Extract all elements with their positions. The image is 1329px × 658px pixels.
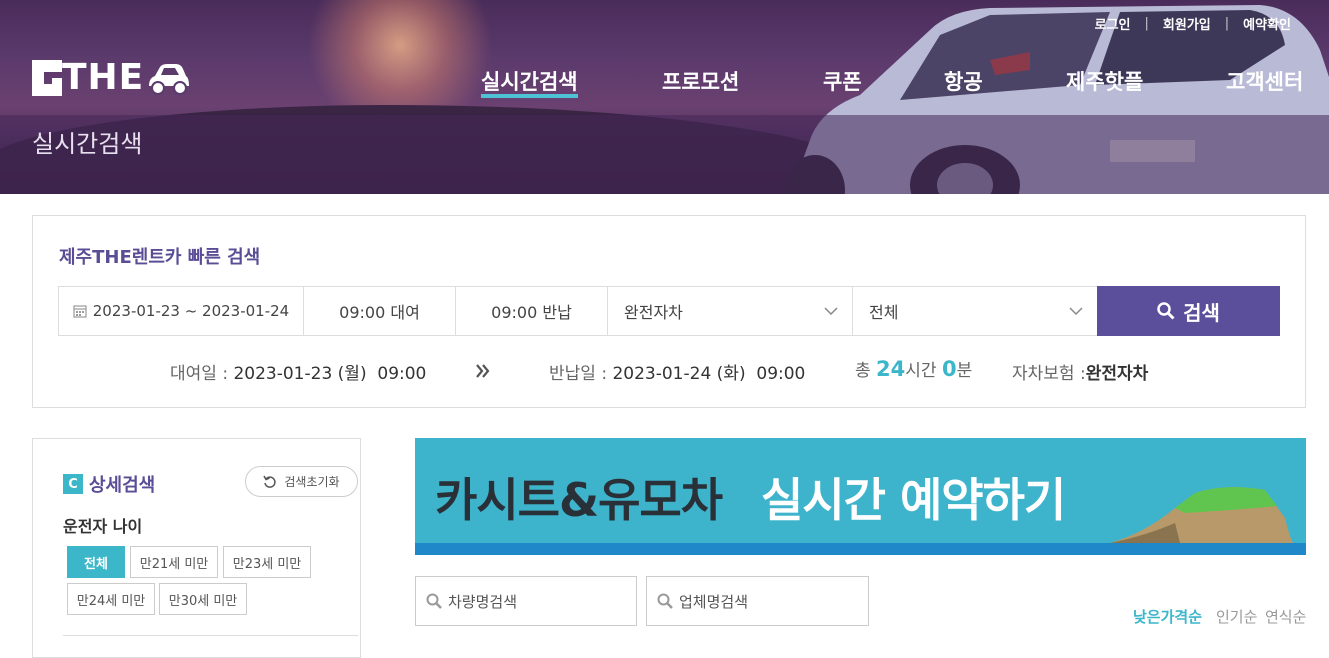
signup-link[interactable]: 회원가입 bbox=[1163, 14, 1211, 33]
banner-stripe bbox=[415, 543, 1306, 555]
pickup-time-value: 09:00 대여 bbox=[339, 303, 420, 322]
quick-search-panel: 제주THE렌트카 빠른 검색 2023-01-23 ~ 2023-01-24 0… bbox=[32, 215, 1306, 408]
nav-coupon[interactable]: 쿠폰 bbox=[823, 66, 862, 96]
return-summary: 반납일 : 2023-01-24 (화) 09:00 bbox=[549, 359, 805, 384]
age-option-all[interactable]: 전체 bbox=[67, 546, 125, 578]
age-option-under23[interactable]: 만23세 미만 bbox=[223, 546, 311, 578]
nav-flight[interactable]: 항공 bbox=[944, 66, 983, 96]
search-icon bbox=[657, 593, 673, 609]
insurance-select[interactable]: 완전자차 bbox=[607, 286, 853, 336]
nav-promotion[interactable]: 프로모션 bbox=[662, 66, 739, 96]
page-title: 실시간검색 bbox=[32, 130, 143, 158]
driver-age-label: 운전자 나이 bbox=[63, 517, 143, 536]
calendar-icon bbox=[73, 305, 87, 318]
banner-text-dark: 카시트&유모차 bbox=[435, 473, 723, 527]
quick-search-title: 제주THE렌트카 빠른 검색 bbox=[59, 247, 261, 268]
double-chevron-right-icon bbox=[476, 364, 490, 378]
car-type-select-value: 전체 bbox=[869, 303, 899, 322]
return-label: 반납일 : bbox=[549, 364, 608, 384]
pickup-value: 2023-01-23 (월) 09:00 bbox=[233, 364, 427, 384]
age-option-under24[interactable]: 만24세 미만 bbox=[67, 583, 155, 615]
main-nav: 실시간검색 프로모션 쿠폰 항공 제주핫플 고객센터 bbox=[0, 66, 1329, 106]
return-time-field[interactable]: 09:00 반납 bbox=[455, 286, 608, 336]
island-illustration bbox=[1110, 487, 1293, 543]
pickup-summary: 대여일 : 2023-01-23 (월) 09:00 bbox=[170, 359, 426, 384]
total-label: 총 bbox=[855, 361, 871, 381]
divider: | bbox=[1144, 16, 1149, 31]
search-button[interactable]: 검색 bbox=[1097, 286, 1280, 336]
age-option-under30[interactable]: 만30세 미만 bbox=[159, 583, 247, 615]
total-minutes: 0 bbox=[941, 357, 957, 381]
c-badge-icon: C bbox=[63, 474, 83, 494]
top-links: 로그인 | 회원가입 | 예약확인 bbox=[1095, 14, 1291, 33]
company-search-input[interactable]: 업체명검색 bbox=[646, 576, 869, 626]
sort-model-year[interactable]: 연식순 bbox=[1265, 606, 1306, 627]
company-search-placeholder: 업체명검색 bbox=[679, 592, 749, 611]
nav-realtime-search[interactable]: 실시간검색 bbox=[481, 66, 578, 98]
total-duration: 총 24시간 0분 bbox=[855, 356, 972, 381]
reset-search-button[interactable]: 검색초기화 bbox=[245, 466, 358, 497]
reset-search-label: 검색초기화 bbox=[284, 475, 340, 489]
pickup-time-field[interactable]: 09:00 대여 bbox=[303, 286, 456, 336]
sort-lowest-price[interactable]: 낮은가격순 bbox=[1133, 606, 1202, 627]
search-icon bbox=[426, 593, 442, 609]
banner-text-light: 실시간 예약하기 bbox=[761, 473, 1066, 527]
car-name-search-placeholder: 차량명검색 bbox=[448, 592, 518, 611]
nav-customer-center[interactable]: 고객센터 bbox=[1226, 66, 1303, 96]
detail-search-title: 상세검색 bbox=[89, 475, 156, 496]
chevron-down-icon bbox=[824, 307, 838, 315]
divider: | bbox=[1224, 16, 1230, 31]
search-icon bbox=[1157, 302, 1175, 320]
promo-banner[interactable]: 카시트&유모차 실시간 예약하기 bbox=[415, 438, 1306, 555]
car-name-search-input[interactable]: 차량명검색 bbox=[415, 576, 637, 626]
insurance-select-value: 완전자차 bbox=[624, 303, 683, 322]
car-type-select[interactable]: 전체 bbox=[852, 286, 1098, 336]
detail-search-panel: C 상세검색 검색초기화 운전자 나이 전체 만21세 미만 만23세 미만 만… bbox=[32, 438, 361, 658]
detail-search-heading: C 상세검색 bbox=[63, 471, 155, 497]
minutes-unit: 분 bbox=[956, 361, 973, 381]
date-range-field[interactable]: 2023-01-23 ~ 2023-01-24 bbox=[58, 286, 304, 336]
reservation-check-link[interactable]: 예약확인 bbox=[1243, 14, 1291, 33]
hours-unit: 시간 bbox=[905, 361, 937, 381]
pickup-label: 대여일 : bbox=[170, 364, 229, 384]
nav-jeju-hotplace[interactable]: 제주핫플 bbox=[1066, 66, 1143, 96]
total-hours: 24 bbox=[876, 357, 906, 381]
sort-popular[interactable]: 인기순 bbox=[1216, 606, 1257, 627]
insurance-label: 자차보험 : bbox=[1012, 364, 1086, 384]
age-option-under21[interactable]: 만21세 미만 bbox=[130, 546, 218, 578]
hero-header: 로그인 | 회원가입 | 예약확인 THE 실시간검색 프로모션 쿠폰 항공 제… bbox=[0, 0, 1329, 194]
search-button-label: 검색 bbox=[1183, 300, 1220, 325]
refresh-icon bbox=[263, 475, 277, 488]
return-time-value: 09:00 반납 bbox=[491, 303, 572, 322]
insurance-value: 완전자차 bbox=[1085, 364, 1149, 384]
date-range-value: 2023-01-23 ~ 2023-01-24 bbox=[92, 302, 290, 320]
chevron-down-icon bbox=[1069, 307, 1083, 315]
insurance-summary: 자차보험 :완전자차 bbox=[1012, 359, 1148, 384]
return-value: 2023-01-24 (화) 09:00 bbox=[612, 364, 806, 384]
divider bbox=[63, 635, 358, 636]
title-band bbox=[0, 115, 1329, 194]
login-link[interactable]: 로그인 bbox=[1095, 14, 1131, 33]
